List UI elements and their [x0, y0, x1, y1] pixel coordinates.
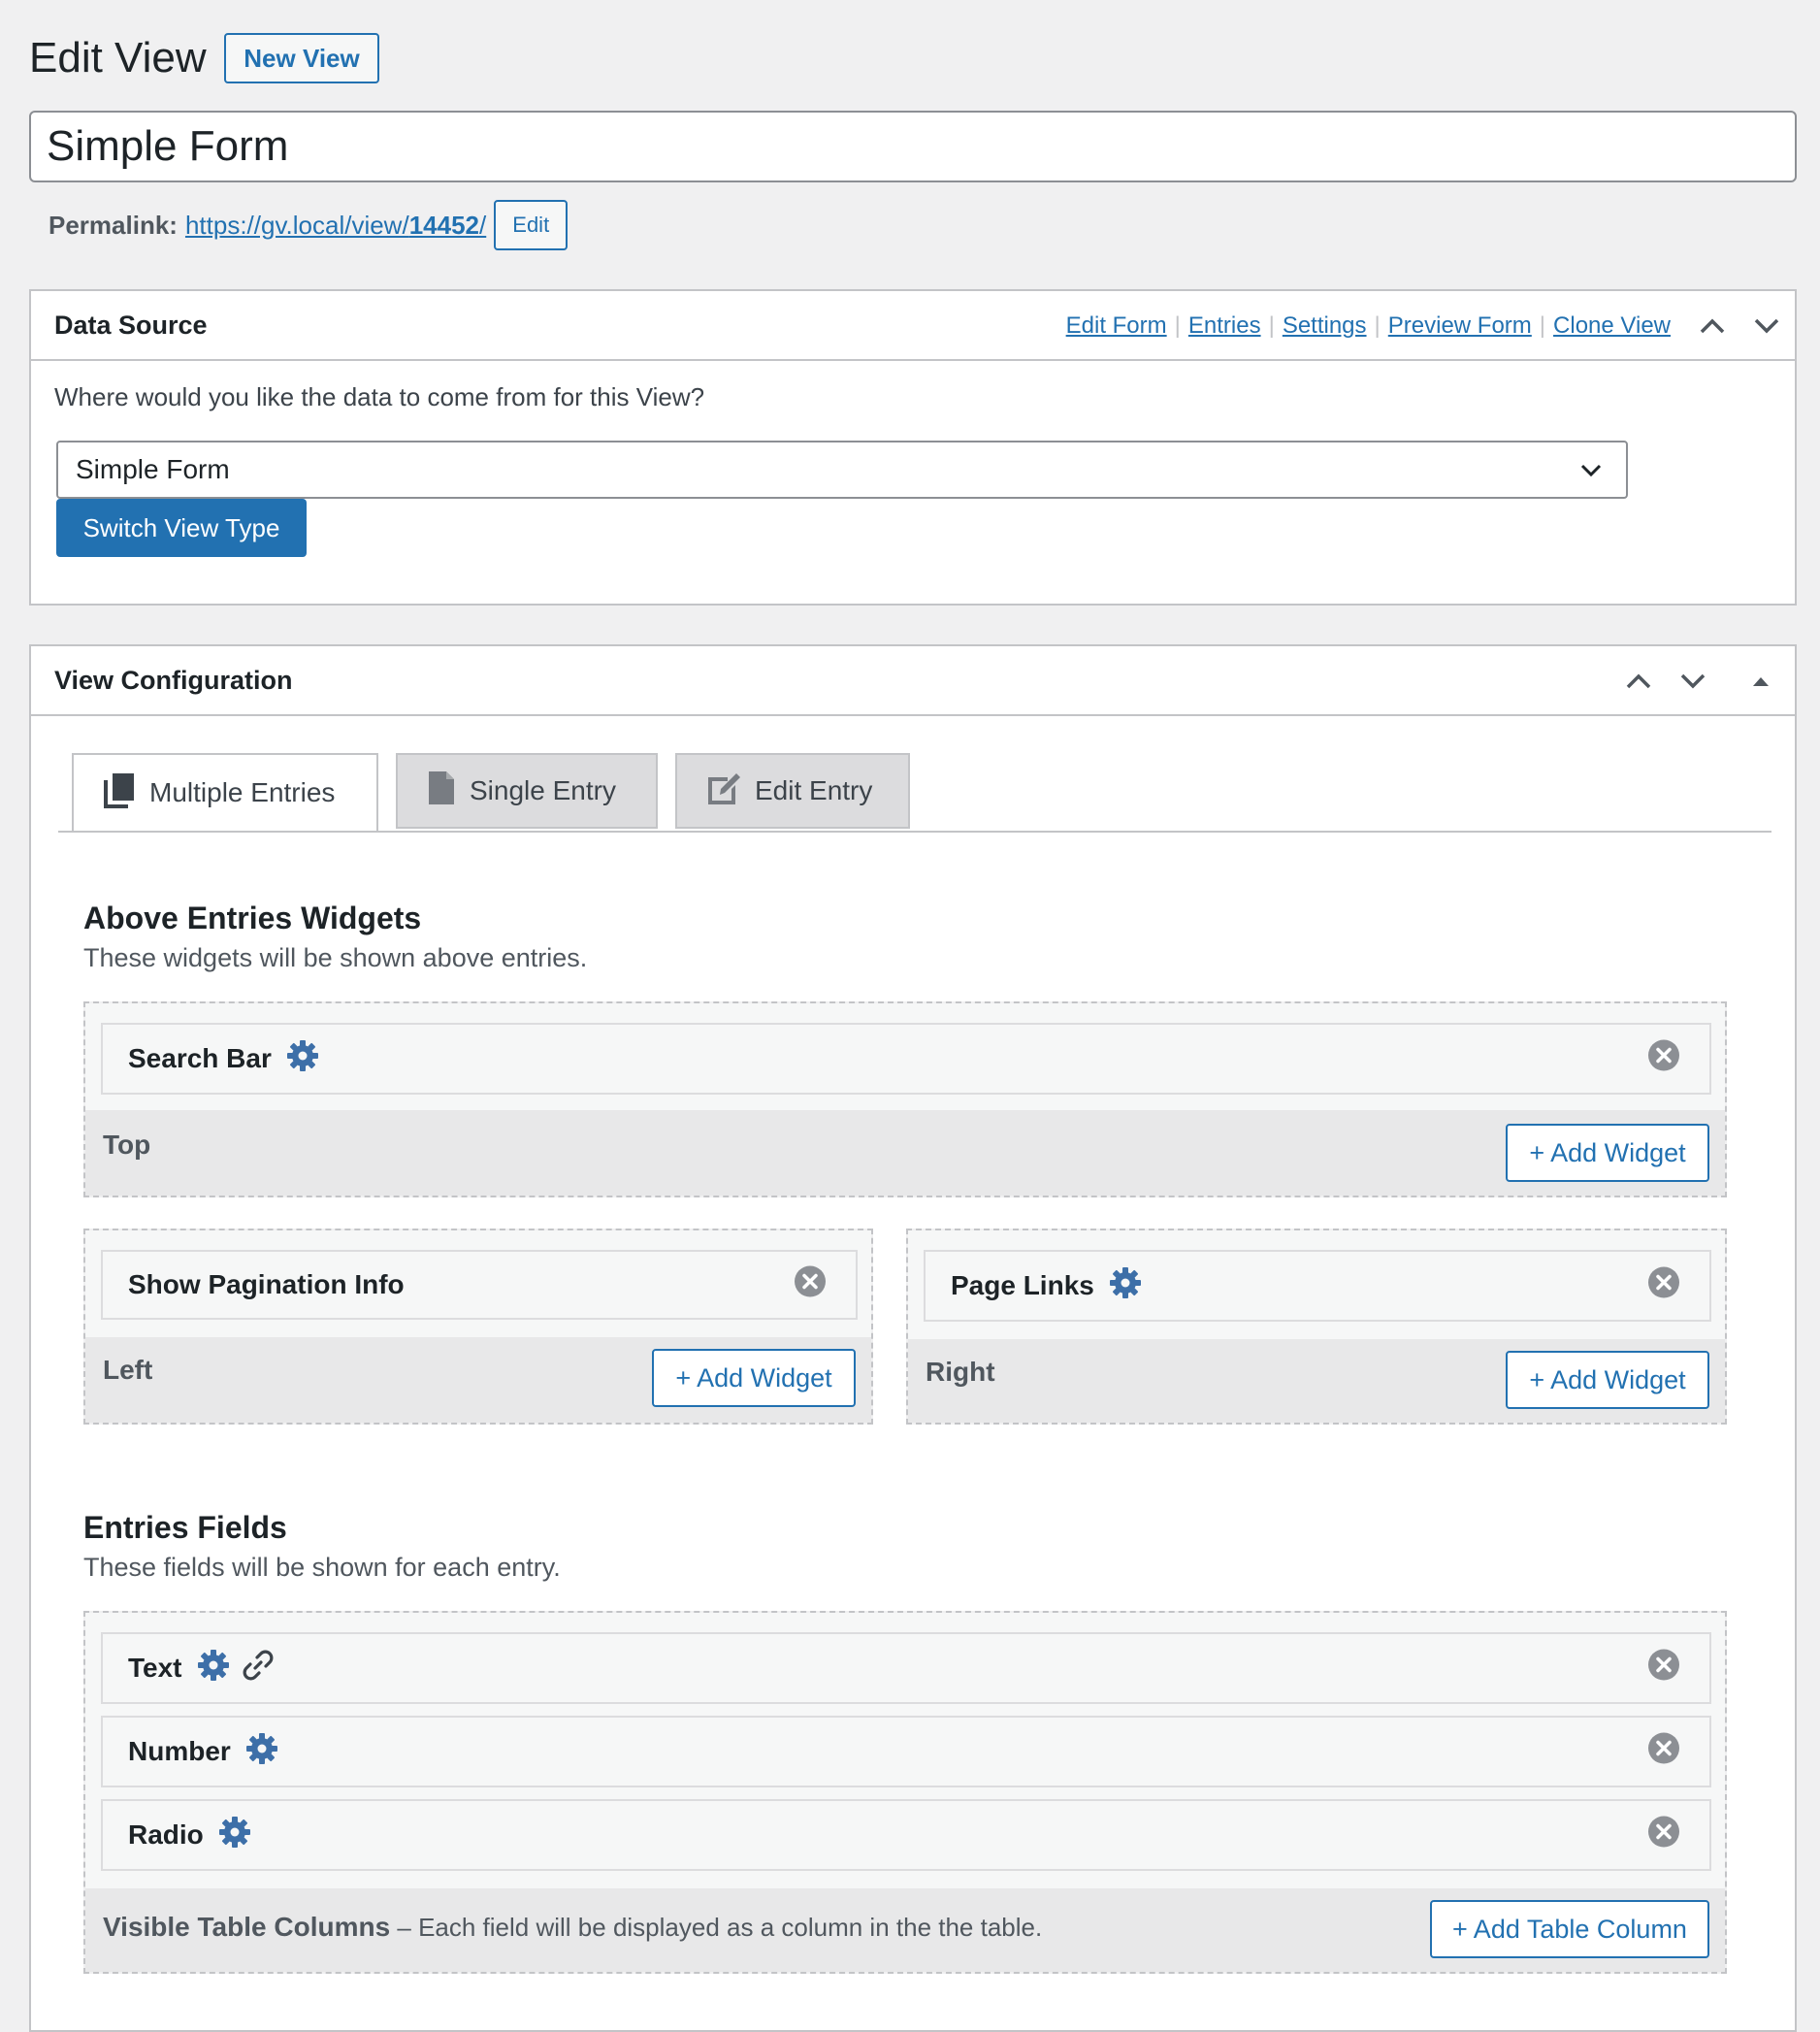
widget-area-top: Search Bar Top + Add Widget — [83, 1001, 1727, 1197]
link-separator: | — [1539, 312, 1546, 339]
add-widget-button-top[interactable]: + Add Widget — [1506, 1124, 1709, 1182]
chevron-down-icon[interactable] — [1750, 310, 1783, 343]
widget-area-left-footer: Left + Add Widget — [85, 1337, 871, 1423]
permalink-row: Permalink: https://gv.local/view/14452/ … — [49, 200, 569, 250]
widget-area-label: Top — [103, 1130, 151, 1160]
tab-divider — [58, 831, 1771, 833]
gear-icon[interactable] — [285, 1038, 320, 1080]
gear-icon[interactable] — [217, 1815, 252, 1856]
tab-label: Single Entry — [470, 775, 616, 805]
form-select-value: Simple Form — [76, 454, 230, 484]
data-source-question: Where would you like the data to come fr… — [54, 382, 705, 411]
tab-multiple-entries[interactable]: Multiple Entries — [72, 753, 378, 833]
widget-label: Show Pagination Info — [128, 1269, 405, 1299]
widget-area-label: Right — [926, 1357, 995, 1387]
add-widget-button-right[interactable]: + Add Widget — [1506, 1351, 1709, 1409]
tab-label: Multiple Entries — [149, 777, 336, 807]
edit-form-link[interactable]: Edit Form — [1066, 312, 1167, 340]
permalink-url-id: 14452 — [408, 210, 479, 240]
fields-section-title: Entries Fields — [83, 1510, 287, 1545]
page-title: Edit View — [29, 34, 207, 82]
link-icon[interactable] — [241, 1648, 276, 1689]
widget-area-right: Page Links Right + Add Widget — [906, 1229, 1727, 1425]
field-radio[interactable]: Radio — [101, 1799, 1711, 1871]
view-configuration-header: View Configuration — [31, 646, 1795, 716]
fields-section-description: These fields will be shown for each entr… — [83, 1553, 561, 1582]
gear-icon[interactable] — [244, 1731, 279, 1773]
add-widget-button-left[interactable]: + Add Widget — [652, 1349, 856, 1407]
link-separator: | — [1174, 312, 1181, 339]
field-number[interactable]: Number — [101, 1716, 1711, 1787]
fields-footer-text: Visible Table Columns – Each field will … — [103, 1912, 1042, 1943]
close-icon[interactable] — [1647, 1649, 1680, 1688]
data-source-links: Edit Form | Entries | Settings | Preview Fo… — [1066, 291, 1671, 361]
preview-form-link[interactable]: Preview Form — [1388, 312, 1532, 340]
single-entry-icon — [427, 770, 456, 813]
view-title-input[interactable] — [29, 111, 1797, 182]
view-configuration-title: View Configuration — [54, 665, 293, 695]
clone-view-link[interactable]: Clone View — [1553, 312, 1671, 340]
form-select[interactable]: Simple Form — [56, 441, 1628, 499]
chevron-down-icon — [1577, 456, 1605, 490]
link-separator: | — [1268, 312, 1275, 339]
permalink-label: Permalink: — [49, 210, 178, 240]
chevron-up-icon[interactable] — [1696, 310, 1729, 343]
permalink-link[interactable]: https://gv.local/view/14452/ — [185, 211, 486, 241]
fields-area-footer: Visible Table Columns – Each field will … — [85, 1888, 1725, 1972]
chevron-up-icon[interactable] — [1622, 665, 1655, 698]
fields-footer-bold: Visible Table Columns — [103, 1912, 391, 1942]
tab-edit-entry[interactable]: Edit Entry — [675, 753, 910, 829]
data-source-order-controls — [1696, 291, 1783, 361]
data-source-panel: Data Source Edit Form | Entries | Settings… — [29, 289, 1797, 606]
widgets-section-description: These widgets will be shown above entrie… — [83, 943, 588, 972]
field-label: Text — [128, 1653, 182, 1683]
widget-page-links[interactable]: Page Links — [924, 1250, 1711, 1322]
widget-area-top-footer: Top + Add Widget — [85, 1110, 1725, 1196]
multiple-entries-icon — [103, 771, 136, 815]
gear-icon[interactable] — [196, 1648, 231, 1689]
data-source-title: Data Source — [54, 310, 208, 340]
fields-footer-description: – Each field will be displayed as a colu… — [390, 1913, 1043, 1942]
fields-area: Text Number Radio Visible Table Columns … — [83, 1611, 1727, 1974]
widget-label: Search Bar — [128, 1043, 272, 1073]
data-source-header: Data Source Edit Form | Entries | Settings… — [31, 291, 1795, 361]
widget-show-pagination-info[interactable]: Show Pagination Info — [101, 1250, 858, 1320]
close-icon[interactable] — [794, 1265, 827, 1305]
close-icon[interactable] — [1647, 1266, 1680, 1306]
add-table-column-button[interactable]: + Add Table Column — [1430, 1900, 1709, 1958]
edit-entry-icon — [706, 770, 741, 813]
widgets-section-title: Above Entries Widgets — [83, 901, 422, 935]
link-separator: | — [1374, 312, 1381, 339]
entries-link[interactable]: Entries — [1188, 312, 1261, 340]
gear-icon[interactable] — [1108, 1265, 1143, 1307]
chevron-down-icon[interactable] — [1676, 665, 1709, 698]
field-label: Radio — [128, 1819, 204, 1850]
collapse-toggle-icon[interactable] — [1744, 665, 1777, 698]
view-configuration-panel: View Configuration Multiple Entries Sing… — [29, 644, 1797, 2032]
tab-single-entry[interactable]: Single Entry — [396, 753, 658, 829]
close-icon[interactable] — [1647, 1039, 1680, 1079]
new-view-button[interactable]: New View — [224, 33, 379, 83]
permalink-edit-button[interactable]: Edit — [494, 200, 569, 250]
widget-area-left: Show Pagination Info Left + Add Widget — [83, 1229, 873, 1425]
close-icon[interactable] — [1647, 1732, 1680, 1772]
widget-area-right-footer: Right + Add Widget — [908, 1339, 1725, 1423]
switch-view-type-button[interactable]: Switch View Type — [56, 499, 307, 557]
close-icon[interactable] — [1647, 1816, 1680, 1855]
view-configuration-order-controls — [1622, 646, 1777, 716]
widget-label: Page Links — [951, 1270, 1094, 1300]
permalink-url-suffix: / — [479, 210, 487, 240]
widget-search-bar[interactable]: Search Bar — [101, 1023, 1711, 1095]
widget-area-label: Left — [103, 1355, 153, 1385]
field-text[interactable]: Text — [101, 1632, 1711, 1704]
settings-link[interactable]: Settings — [1283, 312, 1367, 340]
tab-label: Edit Entry — [755, 775, 873, 805]
field-label: Number — [128, 1736, 231, 1766]
permalink-url-prefix: https://gv.local/view/ — [184, 210, 409, 240]
